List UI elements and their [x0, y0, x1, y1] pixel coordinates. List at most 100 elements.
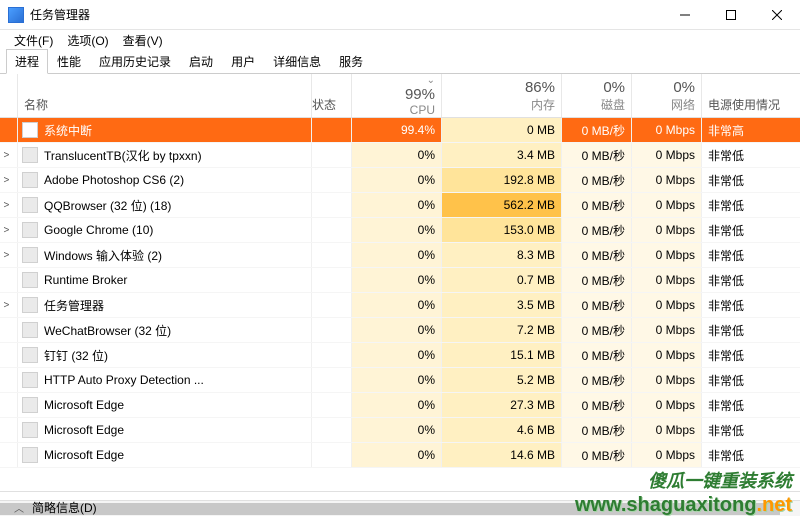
expand-toggle — [0, 393, 18, 417]
menu-view[interactable]: 查看(V) — [117, 31, 169, 50]
disk-cell: 0 MB/秒 — [562, 418, 632, 442]
status-cell — [312, 393, 352, 417]
process-name: Adobe Photoshop CS6 (2) — [44, 173, 184, 187]
power-cell: 非常低 — [702, 318, 800, 342]
cpu-cell: 0% — [352, 268, 442, 292]
expand-toggle[interactable]: > — [0, 168, 18, 192]
expand-toggle — [0, 268, 18, 292]
process-name-cell: WeChatBrowser (32 位) — [18, 318, 312, 342]
col-memory[interactable]: 86% 内存 — [442, 74, 562, 117]
tab-4[interactable]: 用户 — [222, 49, 264, 74]
process-icon — [22, 372, 38, 388]
col-cpu[interactable]: ⌄ 99% CPU — [352, 74, 442, 117]
status-cell — [312, 168, 352, 192]
table-row[interactable]: >Windows 输入体验 (2)0%8.3 MB0 MB/秒0 Mbps非常低 — [0, 243, 800, 268]
tab-1[interactable]: 性能 — [48, 49, 90, 74]
table-row[interactable]: WeChatBrowser (32 位)0%7.2 MB0 MB/秒0 Mbps… — [0, 318, 800, 343]
power-cell: 非常低 — [702, 243, 800, 267]
tab-2[interactable]: 应用历史记录 — [90, 49, 180, 74]
network-cell: 0 Mbps — [632, 218, 702, 242]
mem-label: 内存 — [442, 96, 555, 113]
process-name: Runtime Broker — [44, 273, 127, 287]
expand-toggle — [0, 318, 18, 342]
power-cell: 非常低 — [702, 168, 800, 192]
expand-toggle — [0, 418, 18, 442]
expand-toggle[interactable]: > — [0, 193, 18, 217]
network-cell: 0 Mbps — [632, 443, 702, 467]
maximize-button[interactable] — [708, 0, 754, 30]
col-name[interactable]: 名称 — [18, 74, 312, 117]
process-name: WeChatBrowser (32 位) — [44, 322, 171, 339]
process-name-cell: Runtime Broker — [18, 268, 312, 292]
menu-options[interactable]: 选项(O) — [61, 31, 114, 50]
close-button[interactable] — [754, 0, 800, 30]
col-disk[interactable]: 0% 磁盘 — [562, 74, 632, 117]
memory-cell: 5.2 MB — [442, 368, 562, 392]
process-list: 系统中断99.4%0 MB0 MB/秒0 Mbps非常高>Translucent… — [0, 118, 800, 500]
process-name: Microsoft Edge — [44, 423, 124, 437]
menu-file[interactable]: 文件(F) — [8, 31, 59, 50]
expand-toggle[interactable]: > — [0, 143, 18, 167]
minimize-button[interactable] — [662, 0, 708, 30]
table-row[interactable]: >TranslucentTB(汉化 by tpxxn)0%3.4 MB0 MB/… — [0, 143, 800, 168]
expand-toggle[interactable]: > — [0, 243, 18, 267]
window-controls — [662, 0, 800, 29]
table-row[interactable]: Microsoft Edge0%14.6 MB0 MB/秒0 Mbps非常低 — [0, 443, 800, 468]
table-row[interactable]: Runtime Broker0%0.7 MB0 MB/秒0 Mbps非常低 — [0, 268, 800, 293]
table-row[interactable]: 钉钉 (32 位)0%15.1 MB0 MB/秒0 Mbps非常低 — [0, 343, 800, 368]
network-cell: 0 Mbps — [632, 118, 702, 142]
expand-toggle[interactable]: > — [0, 293, 18, 317]
status-cell — [312, 418, 352, 442]
table-row[interactable]: >Adobe Photoshop CS6 (2)0%192.8 MB0 MB/秒… — [0, 168, 800, 193]
power-cell: 非常低 — [702, 218, 800, 242]
fewer-details-button[interactable]: 简略信息(D) — [32, 499, 97, 516]
status-cell — [312, 343, 352, 367]
net-label: 网络 — [632, 96, 695, 113]
process-name: TranslucentTB(汉化 by tpxxn) — [44, 147, 202, 164]
expand-toggle — [0, 368, 18, 392]
net-pct: 0% — [632, 79, 695, 96]
process-name: Windows 输入体验 (2) — [44, 247, 162, 264]
tab-0[interactable]: 进程 — [6, 49, 48, 74]
mem-pct: 86% — [442, 79, 555, 96]
tab-5[interactable]: 详细信息 — [264, 49, 330, 74]
table-row[interactable]: Microsoft Edge0%27.3 MB0 MB/秒0 Mbps非常低 — [0, 393, 800, 418]
process-icon — [22, 222, 38, 238]
disk-cell: 0 MB/秒 — [562, 118, 632, 142]
col-network[interactable]: 0% 网络 — [632, 74, 702, 117]
disk-cell: 0 MB/秒 — [562, 293, 632, 317]
table-row[interactable]: 系统中断99.4%0 MB0 MB/秒0 Mbps非常高 — [0, 118, 800, 143]
col-power[interactable]: 电源使用情况 — [702, 74, 800, 117]
chevron-up-icon[interactable]: ︿ — [14, 500, 24, 515]
memory-cell: 153.0 MB — [442, 218, 562, 242]
tab-6[interactable]: 服务 — [330, 49, 372, 74]
disk-cell: 0 MB/秒 — [562, 168, 632, 192]
network-cell: 0 Mbps — [632, 368, 702, 392]
tab-3[interactable]: 启动 — [180, 49, 222, 74]
process-name: Microsoft Edge — [44, 398, 124, 412]
power-cell: 非常低 — [702, 418, 800, 442]
table-row[interactable]: >任务管理器0%3.5 MB0 MB/秒0 Mbps非常低 — [0, 293, 800, 318]
table-row[interactable]: >Google Chrome (10)0%153.0 MB0 MB/秒0 Mbp… — [0, 218, 800, 243]
table-row[interactable]: HTTP Auto Proxy Detection ...0%5.2 MB0 M… — [0, 368, 800, 393]
col-status[interactable]: 状态 — [312, 74, 352, 117]
status-cell — [312, 293, 352, 317]
table-row[interactable]: Microsoft Edge0%4.6 MB0 MB/秒0 Mbps非常低 — [0, 418, 800, 443]
process-name-cell: Adobe Photoshop CS6 (2) — [18, 168, 312, 192]
table-row[interactable]: >QQBrowser (32 位) (18)0%562.2 MB0 MB/秒0 … — [0, 193, 800, 218]
cpu-cell: 0% — [352, 218, 442, 242]
cpu-cell: 0% — [352, 368, 442, 392]
tab-bar: 进程性能应用历史记录启动用户详细信息服务 — [0, 50, 800, 74]
process-icon — [22, 322, 38, 338]
cpu-cell: 0% — [352, 193, 442, 217]
status-cell — [312, 243, 352, 267]
expand-toggle[interactable]: > — [0, 218, 18, 242]
memory-cell: 15.1 MB — [442, 343, 562, 367]
expand-toggle — [0, 118, 18, 142]
process-name-cell: 系统中断 — [18, 118, 312, 142]
disk-cell: 0 MB/秒 — [562, 443, 632, 467]
power-cell: 非常低 — [702, 143, 800, 167]
status-cell — [312, 443, 352, 467]
cpu-cell: 0% — [352, 418, 442, 442]
process-icon — [22, 197, 38, 213]
